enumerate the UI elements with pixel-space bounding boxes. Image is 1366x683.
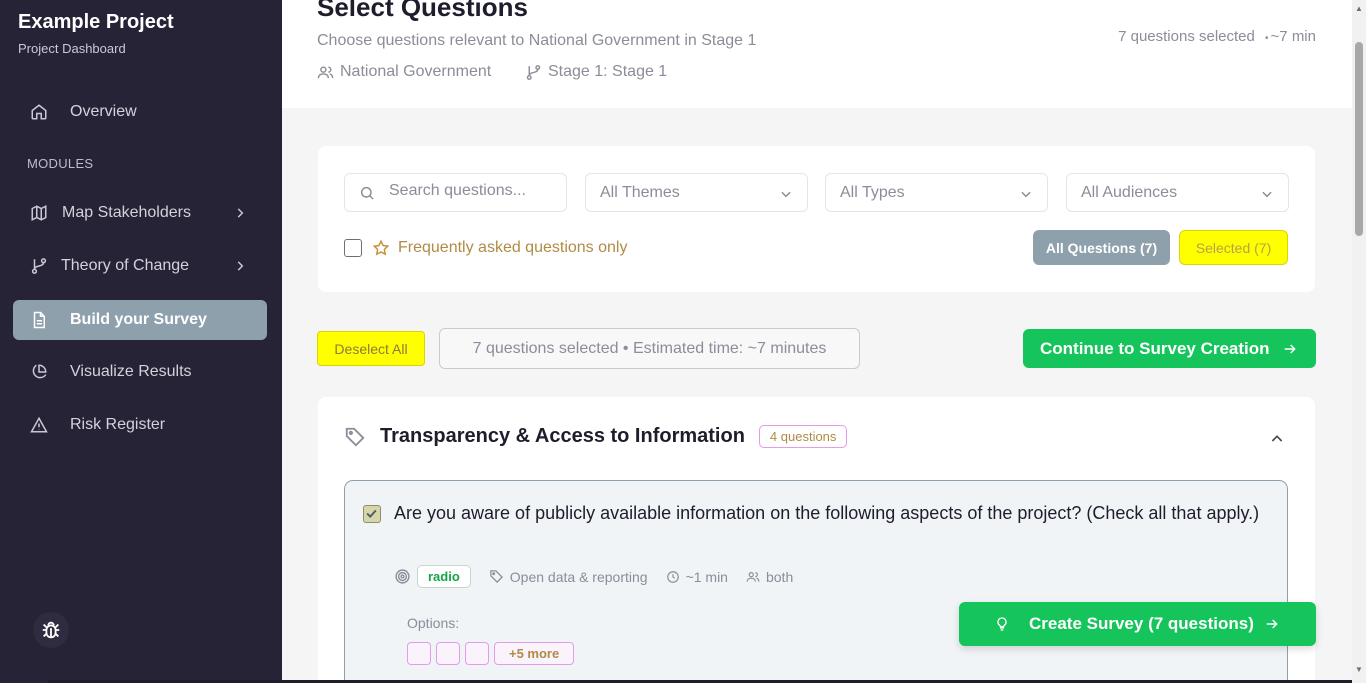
sidebar-item-label: Overview — [70, 103, 137, 120]
page-title: Select Questions — [317, 0, 528, 22]
lightbulb-icon — [997, 617, 1007, 631]
sidebar-item-visualize-results[interactable]: Visualize Results — [13, 352, 267, 392]
sidebar-item-map-stakeholders[interactable]: Map Stakeholders — [13, 193, 267, 233]
selection-info: 7 questions selected • Estimated time: ~… — [439, 328, 860, 369]
question-checkbox[interactable] — [363, 505, 381, 523]
search-icon — [360, 186, 374, 200]
chevron-right-icon — [237, 208, 244, 218]
page-scrollbar[interactable]: ▲ ▼ — [1352, 0, 1366, 683]
modules-label: MODULES — [27, 156, 94, 171]
continue-button[interactable]: Continue to Survey Creation — [1023, 329, 1316, 368]
option-chip — [407, 642, 431, 665]
selection-summary: 7 questions selected • ~7 min — [1118, 28, 1316, 45]
themes-value: All Themes — [600, 184, 680, 201]
create-survey-button[interactable]: Create Survey (7 questions) — [959, 602, 1316, 646]
sidebar-item-risk-register[interactable]: Risk Register — [13, 405, 267, 445]
chevron-down-icon — [781, 191, 791, 198]
sidebar-item-overview[interactable]: Overview — [13, 92, 267, 132]
chevron-up-icon[interactable] — [1269, 431, 1285, 447]
sidebar-item-theory-of-change[interactable]: Theory of Change — [13, 246, 267, 286]
separator-dot: • — [1265, 33, 1269, 44]
stage-meta: Stage 1: Stage 1 — [525, 63, 667, 81]
audience-meta: National Government — [317, 63, 491, 81]
project-subtitle: Project Dashboard — [18, 41, 126, 56]
faq-checkbox[interactable] — [344, 239, 362, 257]
chevron-down-icon — [1262, 191, 1272, 198]
question-type-badge: radio — [417, 565, 471, 588]
question-text: Are you aware of publicly available info… — [394, 503, 1260, 523]
question-audience: both — [765, 568, 794, 585]
debug-button[interactable] — [33, 612, 69, 648]
question-count-badge: 4 questions — [758, 425, 848, 448]
all-questions-button[interactable]: All Questions (7) — [1033, 230, 1170, 265]
star-icon — [372, 239, 390, 256]
options-label: Options: — [407, 615, 460, 631]
pie-chart-icon — [32, 364, 47, 379]
git-branch-icon — [31, 258, 47, 274]
theme-header[interactable]: Transparency & Access to Information 4 q… — [344, 425, 848, 448]
check-icon — [366, 509, 377, 518]
tag-icon — [345, 427, 365, 447]
more-options-badge[interactable]: +5 more — [494, 642, 575, 665]
sidebar-item-label: Theory of Change — [61, 257, 190, 274]
bug-icon — [42, 621, 60, 639]
users-icon — [317, 65, 334, 78]
audience-label: National Government — [340, 63, 492, 80]
audiences-value: All Audiences — [1081, 184, 1178, 201]
sidebar-item-label: Build your Survey — [70, 311, 207, 328]
target-icon — [395, 569, 410, 584]
scroll-down-arrow-icon[interactable]: ▼ — [1355, 665, 1363, 674]
arrow-right-icon — [1266, 619, 1278, 629]
users-icon — [746, 571, 760, 582]
stage-label: Stage 1: Stage 1 — [548, 63, 668, 80]
option-chip — [465, 642, 489, 665]
page-header: Select Questions Choose questions releva… — [282, 0, 1352, 108]
deselect-all-button[interactable]: Deselect All — [317, 331, 425, 366]
question-card[interactable]: Are you aware of publicly available info… — [344, 480, 1288, 683]
filter-card: All Themes All Types All Audiences Frequ… — [318, 146, 1315, 292]
faq-filter: Frequently asked questions only — [344, 239, 627, 257]
options-list: +5 more — [407, 642, 575, 665]
question-time: ~1 min — [685, 568, 728, 585]
project-title: Example Project — [18, 11, 174, 33]
search-input[interactable] — [389, 182, 559, 200]
selected-count: 7 questions selected — [1118, 28, 1255, 45]
arrow-right-icon — [1284, 344, 1296, 354]
option-chip — [436, 642, 460, 665]
estimated-time: ~7 min — [1270, 28, 1316, 45]
scroll-thumb[interactable] — [1355, 42, 1363, 236]
map-icon — [31, 205, 47, 221]
page-subtitle: Choose questions relevant to National Go… — [317, 32, 757, 49]
sidebar: Example Project Project Dashboard Overvi… — [0, 0, 282, 683]
sidebar-item-build-your-survey[interactable]: Build your Survey — [13, 300, 267, 340]
faq-label: Frequently asked questions only — [398, 239, 628, 256]
create-survey-label: Create Survey (7 questions) — [1029, 614, 1254, 633]
sidebar-item-label: Map Stakeholders — [62, 204, 191, 221]
document-icon — [33, 311, 45, 329]
sidebar-item-label: Risk Register — [70, 416, 166, 433]
question-meta: radio Open data & reporting ~1 min both — [394, 565, 793, 588]
tag-icon — [490, 570, 503, 584]
audiences-dropdown[interactable]: All Audiences — [1066, 173, 1289, 212]
continue-label: Continue to Survey Creation — [1040, 338, 1270, 358]
chevron-right-icon — [237, 261, 244, 271]
theme-title: Transparency & Access to Information — [380, 425, 745, 447]
warning-icon — [30, 416, 48, 433]
sidebar-item-label: Visualize Results — [70, 363, 192, 380]
git-branch-icon — [526, 64, 541, 80]
question-category: Open data & reporting — [509, 568, 648, 585]
clock-icon — [666, 570, 679, 583]
chevron-down-icon — [1021, 191, 1031, 198]
themes-dropdown[interactable]: All Themes — [585, 173, 808, 212]
types-dropdown[interactable]: All Types — [825, 173, 1048, 212]
types-value: All Types — [840, 184, 905, 201]
search-box — [344, 173, 567, 212]
scroll-up-arrow-icon[interactable]: ▲ — [1355, 4, 1363, 13]
home-icon — [31, 104, 47, 120]
selected-filter-button[interactable]: Selected (7) — [1179, 230, 1288, 265]
